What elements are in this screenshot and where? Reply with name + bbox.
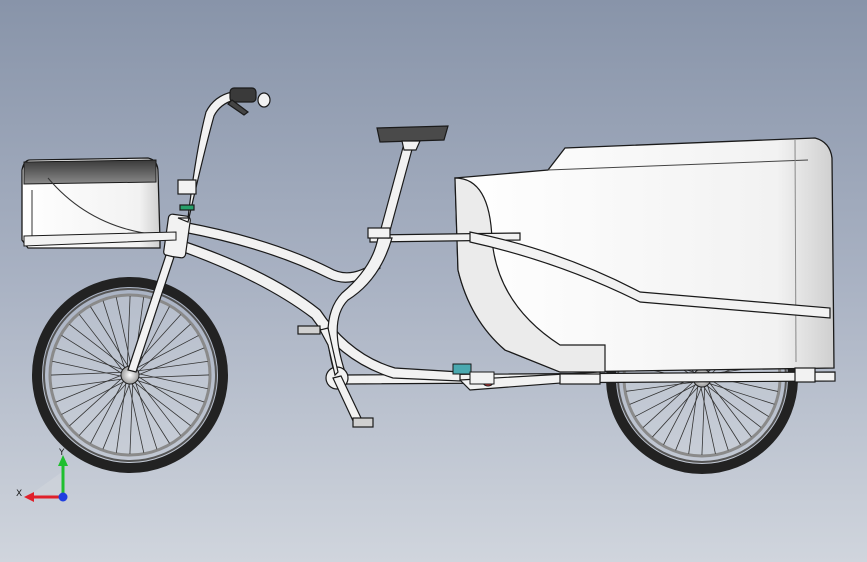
handlebar[interactable] <box>177 87 271 223</box>
triad-y-label: Y <box>58 448 65 458</box>
front-wheel[interactable] <box>32 277 228 473</box>
cargo-tricycle-model[interactable]: Y X <box>0 0 867 562</box>
cargo-box[interactable] <box>454 137 835 373</box>
saddle[interactable] <box>367 125 449 239</box>
orientation-triad <box>24 455 68 502</box>
front-basket[interactable] <box>21 157 177 249</box>
triad-x-label: X <box>16 489 22 499</box>
cad-graphics-viewport[interactable]: Y X <box>0 0 867 562</box>
